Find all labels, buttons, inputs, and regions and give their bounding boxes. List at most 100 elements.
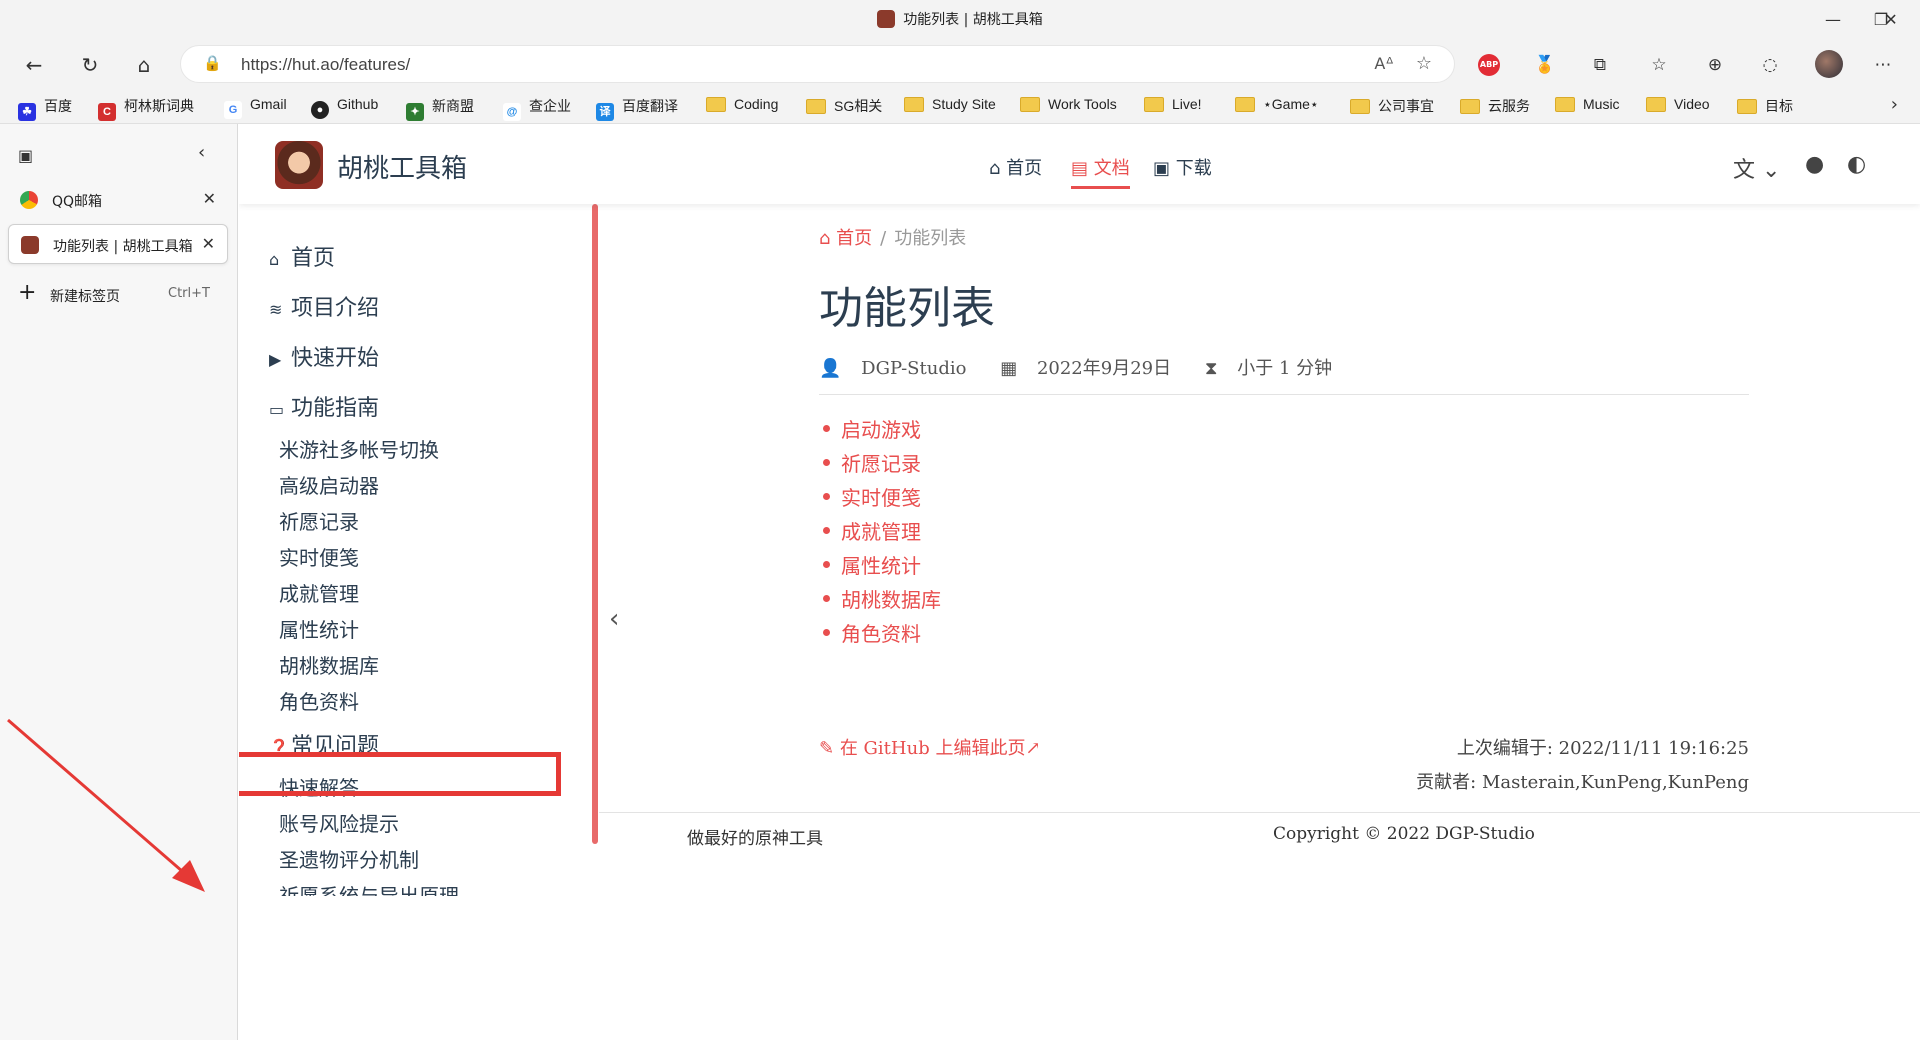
sidebar-item-achievements[interactable]: 成就管理 (279, 578, 359, 607)
web-page: 胡桃工具箱 ⌂ 首页 ▤ 文档 ▣ 下载 文 ⌄ ● ◐ ⌂ 首页 ≋ 项目介绍 ▶… (239, 124, 1920, 1040)
bookmark-baidu[interactable]: ☘ 百度 (18, 96, 72, 121)
bookmark-folder-sg[interactable]: SG相关 (806, 96, 882, 116)
annotation-arrow (7, 718, 205, 892)
bookmark-folder-study[interactable]: Study Site (904, 96, 996, 112)
docs-sidebar: ⌂ 首页 ≋ 项目介绍 ▶ 快速开始 ▭ 功能指南 米游社多帐号切换 高级启动器 祈愿记… (239, 204, 594, 1040)
favorites-icon[interactable]: ☆ (1646, 52, 1672, 78)
edit-on-github-link[interactable]: ✎ 在 GitHub 上编辑此页↗ (819, 734, 1041, 760)
hutao-favicon-icon (21, 236, 39, 254)
site-logo[interactable] (275, 141, 323, 189)
footer-divider (599, 812, 1920, 813)
read-aloud-icon[interactable]: Aᐞ (1374, 54, 1394, 73)
list-item[interactable]: 成就管理 (819, 516, 941, 550)
extensions-icon[interactable]: ⧉ (1587, 52, 1613, 78)
list-item[interactable]: 祈愿记录 (819, 448, 941, 482)
sidebar-item-characters[interactable]: 角色资料 (279, 686, 359, 715)
list-item[interactable]: 启动游戏 (819, 414, 941, 448)
annotation-highlight-box (239, 752, 561, 796)
add-favorite-icon[interactable]: ☆ (1416, 53, 1432, 74)
folder-icon (1020, 97, 1040, 112)
nav-home[interactable]: ⌂ 首页 (989, 154, 1042, 180)
site-name[interactable]: 胡桃工具箱 (337, 148, 467, 185)
sidebar-item-launcher[interactable]: 高级启动器 (279, 470, 379, 499)
adblock-icon[interactable]: ABP (1478, 54, 1500, 76)
home-icon: ⌂ (819, 228, 831, 249)
site-header: 胡桃工具箱 ⌂ 首页 ▤ 文档 ▣ 下载 文 ⌄ ● ◐ (239, 124, 1920, 204)
sidebar-item-realtime-notes[interactable]: 实时便笺 (279, 542, 359, 571)
home-button[interactable]: ⌂ (127, 48, 161, 82)
tab-qqmail[interactable]: QQ邮箱 ✕ (8, 180, 228, 220)
bookmark-folder-coding[interactable]: Coding (706, 96, 778, 112)
last-edited: 上次编辑于: 2022/11/11 19:16:25 (1456, 738, 1749, 759)
sidebar-scrollbar[interactable] (592, 204, 598, 844)
bookmark-folder-company[interactable]: 公司事宜 (1350, 96, 1434, 116)
bookmark-github[interactable]: ● Github (311, 96, 378, 119)
guide-icon: ▭ (269, 400, 285, 419)
bookmark-gmail[interactable]: G Gmail (224, 96, 287, 119)
bookmark-folder-video[interactable]: Video (1646, 96, 1710, 112)
home-icon: ⌂ (269, 250, 280, 269)
profile-avatar[interactable] (1815, 50, 1843, 78)
sidebar-group-quickstart[interactable]: ▶ 快速开始 (269, 340, 379, 372)
breadcrumb-current: 功能列表 (894, 228, 967, 249)
sidebar-item-wish-export[interactable]: 祈愿系统与导出原理 (279, 880, 459, 896)
back-button[interactable]: ← (17, 48, 51, 82)
bookmark-folder-cloud[interactable]: 云服务 (1460, 96, 1530, 116)
folder-icon (1555, 97, 1575, 112)
translate-icon: 译 (596, 103, 614, 121)
sidebar-item-artifact-scoring[interactable]: 圣遗物评分机制 (279, 844, 419, 873)
chevron-right-icon[interactable]: › (1891, 94, 1898, 115)
minimize-button[interactable]: — (1810, 6, 1856, 34)
sidebar-item-wish-record[interactable]: 祈愿记录 (279, 506, 359, 535)
list-item[interactable]: 实时便笺 (819, 482, 941, 516)
github-icon[interactable]: ● (1805, 152, 1824, 177)
collins-icon: C (98, 103, 116, 121)
bookmark-collins[interactable]: C 柯林斯词典 (98, 96, 194, 121)
list-item[interactable]: 胡桃数据库 (819, 584, 941, 618)
more-menu-icon[interactable]: ⋯ (1870, 52, 1896, 78)
sidebar-item-account-risk[interactable]: 账号风险提示 (279, 808, 399, 837)
sidebar-group-intro[interactable]: ≋ 项目介绍 (269, 290, 379, 322)
nav-download[interactable]: ▣ 下载 (1153, 154, 1212, 180)
refresh-button[interactable]: ↻ (73, 48, 107, 82)
breadcrumb: ⌂ 首页 / 功能列表 (819, 228, 967, 249)
bookmark-folder-live[interactable]: Live! (1144, 96, 1202, 112)
list-item[interactable]: 角色资料 (819, 618, 941, 652)
tab-actions-icon[interactable]: ▣ (18, 146, 33, 165)
bookmark-qiye[interactable]: @ 查企业 (503, 96, 571, 121)
theme-toggle-icon[interactable]: ◐ (1847, 152, 1866, 177)
close-window-button[interactable]: ✕ (1868, 6, 1914, 34)
address-bar[interactable]: 🔒 https://hut.ao/features/ Aᐞ ☆ (180, 45, 1455, 83)
sidebar-group-home[interactable]: ⌂ 首页 (269, 240, 335, 272)
medal-extension-icon[interactable]: 🏅 (1532, 52, 1558, 78)
bookmark-folder-target[interactable]: 目标 (1737, 96, 1793, 116)
user-icon: 👤 (819, 358, 842, 379)
page-title: 功能列表 (819, 283, 995, 334)
collapse-tabs-icon[interactable]: ‹ (198, 142, 205, 163)
bookmark-baidu-translate[interactable]: 译百度翻译 (596, 96, 678, 121)
bookmark-folder-game[interactable]: ⋆Game⋆ (1235, 96, 1319, 113)
sidebar-group-guide[interactable]: ▭ 功能指南 (269, 390, 379, 422)
breadcrumb-home[interactable]: ⌂ 首页 (819, 228, 872, 249)
close-tab-icon[interactable]: ✕ (202, 234, 215, 253)
list-item[interactable]: 属性统计 (819, 550, 941, 584)
home-icon: ⌂ (989, 158, 1001, 179)
sidebar-collapse-icon[interactable]: ‹ (609, 604, 619, 634)
nav-docs[interactable]: ▤ 文档 (1071, 154, 1130, 189)
close-tab-icon[interactable]: ✕ (203, 189, 216, 208)
language-icon[interactable]: 文 ⌄ (1733, 152, 1780, 184)
xinshangmeng-icon: ✦ (406, 103, 424, 121)
reading-time-meta: ⧗ 小于 1 分钟 (1204, 358, 1333, 379)
tab-hutao-features[interactable]: 功能列表 | 胡桃工具箱 ✕ (8, 224, 228, 264)
lock-icon: 🔒 (203, 54, 222, 72)
sidebar-item-account-switch[interactable]: 米游社多帐号切换 (279, 434, 439, 463)
contributors: 贡献者: Masterain,KunPeng,KunPeng (1416, 772, 1749, 793)
sidebar-item-stats[interactable]: 属性统计 (279, 614, 359, 643)
sidebar-item-database[interactable]: 胡桃数据库 (279, 650, 379, 679)
collections-icon[interactable]: ⊕ (1702, 52, 1728, 78)
qiye-icon: @ (503, 103, 521, 121)
bookmark-xinshangmeng[interactable]: ✦ 新商盟 (406, 96, 474, 121)
bookmark-folder-worktools[interactable]: Work Tools (1020, 96, 1117, 112)
bookmark-folder-music[interactable]: Music (1555, 96, 1620, 112)
performance-icon[interactable]: ◌ (1757, 52, 1783, 78)
